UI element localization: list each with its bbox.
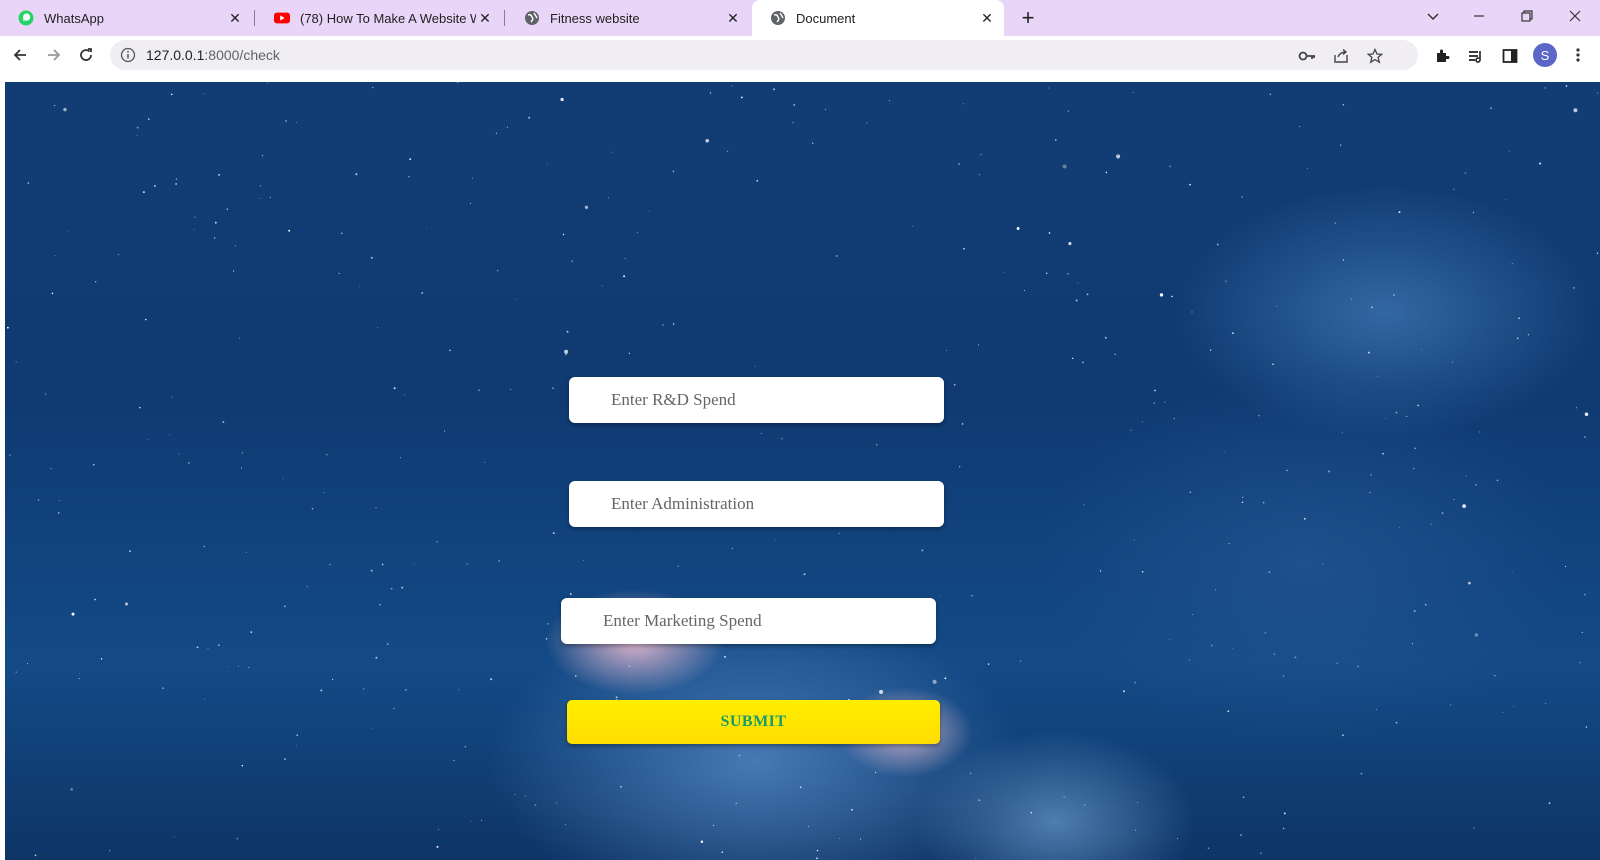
close-icon[interactable]: ✕ [724, 9, 742, 27]
marketing-spend-input[interactable] [561, 598, 936, 644]
more-menu-icon[interactable] [1568, 43, 1588, 67]
back-button[interactable] [6, 41, 34, 69]
tab-search-button[interactable] [1410, 0, 1456, 32]
tab-separator [254, 10, 255, 26]
url-path: :8000/check [204, 47, 280, 63]
new-tab-button[interactable]: + [1016, 5, 1040, 30]
media-queue-icon[interactable] [1465, 45, 1487, 67]
whatsapp-icon [18, 10, 34, 26]
minimize-button[interactable] [1456, 0, 1502, 32]
rd-spend-input[interactable] [569, 377, 944, 423]
tab-whatsapp[interactable]: WhatsApp ✕ [0, 0, 252, 36]
side-panel-icon[interactable] [1499, 45, 1521, 67]
close-icon[interactable]: ✕ [978, 9, 996, 27]
address-bar[interactable]: 127.0.0.1:8000/check [110, 40, 1418, 70]
info-icon[interactable] [120, 47, 136, 63]
tab-title: WhatsApp [44, 10, 104, 26]
tab-title: Fitness website [550, 10, 640, 26]
reload-button[interactable] [72, 41, 100, 69]
tab-youtube[interactable]: (78) How To Make A Website Wit ✕ [256, 0, 502, 36]
tab-strip: WhatsApp ✕ (78) How To Make A Website Wi… [0, 0, 1600, 36]
administration-input[interactable] [569, 481, 944, 527]
bookmark-star-icon[interactable] [1366, 47, 1384, 65]
close-icon[interactable]: ✕ [476, 9, 494, 27]
page-viewport: SUBMIT [5, 82, 1600, 860]
share-icon[interactable] [1332, 47, 1350, 65]
globe-icon [770, 10, 786, 26]
browser-toolbar: 127.0.0.1:8000/check [0, 36, 1600, 74]
url-host: 127.0.0.1 [146, 47, 205, 63]
tab-separator [504, 10, 505, 26]
tab-title: Document [796, 10, 856, 26]
tab-title: (78) How To Make A Website Wit [300, 10, 476, 26]
tab-fitness-website[interactable]: Fitness website ✕ [506, 0, 750, 36]
youtube-icon [274, 10, 290, 26]
key-icon[interactable] [1298, 47, 1316, 65]
url-text: 127.0.0.1:8000/check [146, 47, 280, 63]
profile-avatar[interactable]: S [1533, 43, 1557, 67]
restore-button[interactable] [1504, 0, 1550, 32]
close-icon[interactable]: ✕ [226, 9, 244, 27]
tab-document[interactable]: Document ✕ [752, 0, 1004, 36]
submit-button[interactable]: SUBMIT [567, 700, 940, 744]
extensions-icon[interactable] [1432, 45, 1454, 67]
globe-icon [524, 10, 540, 26]
close-window-button[interactable] [1552, 0, 1598, 32]
forward-button[interactable] [40, 41, 68, 69]
